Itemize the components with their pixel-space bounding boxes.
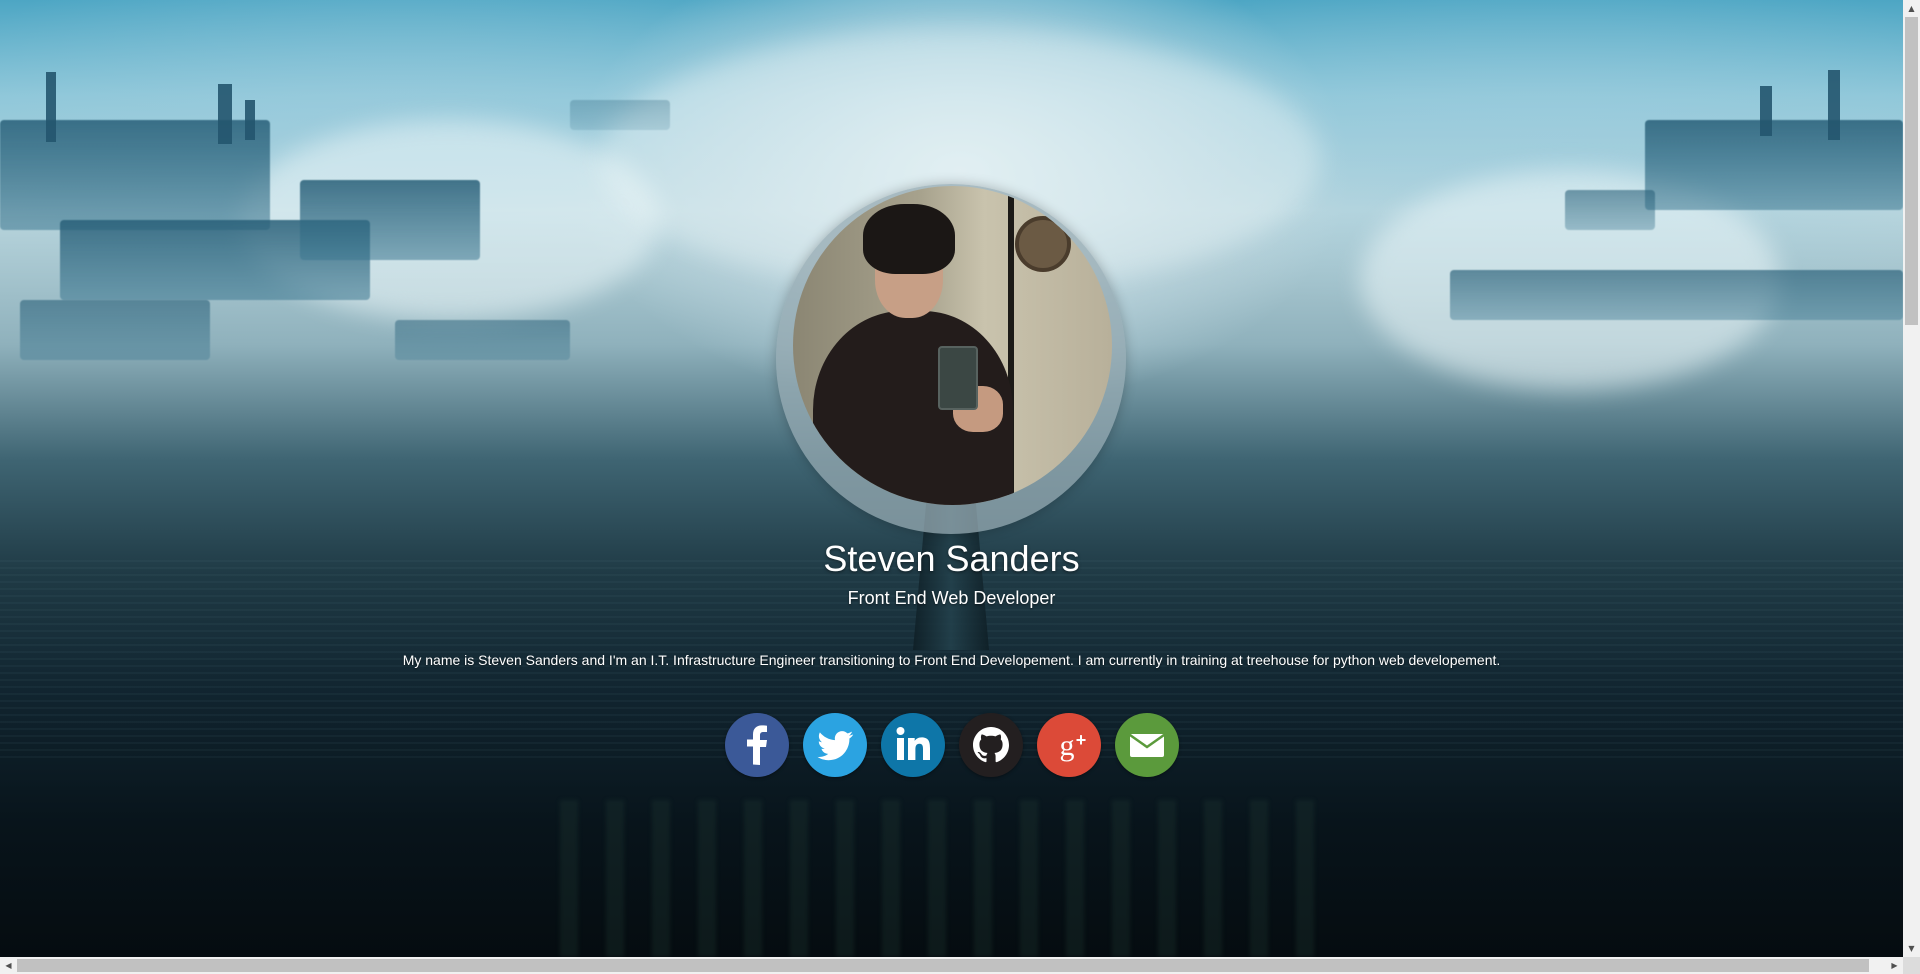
linkedin-link[interactable] (880, 713, 945, 777)
horizontal-scroll-thumb[interactable] (17, 959, 1869, 972)
twitter-link[interactable] (802, 713, 867, 777)
github-link[interactable] (958, 713, 1023, 777)
floating-city (1450, 270, 1903, 320)
page-background: Steven Sanders Front End Web Developer M… (0, 0, 1903, 957)
svg-text:g: g (1059, 729, 1074, 762)
horizontal-scrollbar[interactable]: ◀ ▶ (0, 957, 1903, 974)
city-tower (1828, 70, 1840, 140)
floating-city (300, 180, 480, 260)
twitter-icon (816, 731, 853, 761)
scroll-left-arrow-icon[interactable]: ◀ (0, 957, 17, 974)
city-tower (218, 84, 232, 144)
scrollbar-corner (1903, 957, 1920, 974)
email-icon (1128, 733, 1165, 757)
city-tower (1760, 86, 1772, 136)
profile-title: Front End Web Developer (847, 588, 1056, 608)
city-tower (46, 72, 56, 142)
vertical-scrollbar[interactable]: ▲ ▼ (1903, 0, 1920, 957)
scroll-down-arrow-icon[interactable]: ▼ (1903, 940, 1920, 957)
floating-city (395, 320, 570, 360)
vertical-scroll-thumb[interactable] (1905, 17, 1918, 325)
floating-city (570, 100, 670, 130)
svg-text:+: + (1075, 730, 1086, 750)
profile-bio: My name is Steven Sanders and I'm an I.T… (402, 652, 1501, 668)
avatar (793, 186, 1112, 505)
facebook-icon (746, 725, 767, 765)
email-link[interactable] (1114, 713, 1179, 777)
city-reflection (560, 800, 1340, 957)
avatar-detail (938, 346, 978, 410)
google-plus-link[interactable]: g + (1036, 713, 1101, 777)
floating-city (1565, 190, 1655, 230)
scroll-up-arrow-icon[interactable]: ▲ (1903, 0, 1920, 17)
floating-city (20, 300, 210, 360)
floating-city (1645, 120, 1903, 210)
social-links: g + (0, 713, 1903, 777)
facebook-link[interactable] (724, 713, 789, 777)
linkedin-icon (896, 727, 930, 760)
github-icon (972, 727, 1009, 763)
google-plus-icon: g + (1059, 729, 1086, 762)
avatar-detail (863, 204, 955, 274)
city-tower (245, 100, 255, 140)
profile-name: Steven Sanders (823, 538, 1080, 579)
avatar-detail (1015, 216, 1071, 272)
scroll-right-arrow-icon[interactable]: ▶ (1886, 957, 1903, 974)
